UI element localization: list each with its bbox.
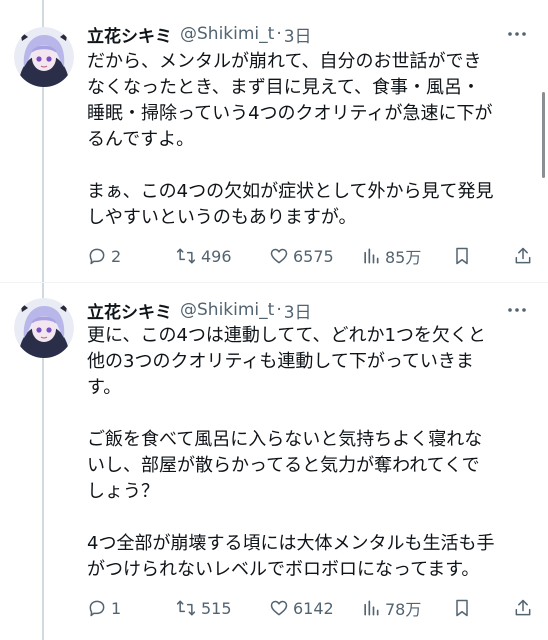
tweet-text-line: るんですよ。 [87, 129, 195, 150]
tweet-text-line [87, 153, 527, 179]
heart-icon [270, 248, 288, 264]
share-icon [515, 599, 531, 616]
tweet-text: だから、メンタルが崩れて、自分のお世話ができ なくなったとき、まず目に見えて、食… [87, 49, 527, 231]
reply-count: 1 [111, 598, 122, 618]
tweet-text-line: 更に、この4つは連動してて、どれか1つを欠くと [87, 325, 486, 346]
tweet-text-line: ご飯を食べて風呂に入らないと気持ちよく寝れな [87, 429, 483, 450]
share-icon [515, 247, 531, 264]
tweet-header: 立花シキミ @Shikimi_t · 3日 [87, 297, 528, 323]
retweet-icon [176, 600, 196, 616]
tweet-text-line: いし、部屋が散らかってると気力が奪われてくで [87, 455, 480, 476]
retweet-button[interactable]: 496 [175, 244, 232, 268]
separator-dot: · [276, 24, 282, 44]
tweet-text-line: しやすいというのもありますが。 [87, 207, 357, 228]
bookmark-button[interactable] [452, 244, 476, 268]
tweet-text-line [87, 505, 527, 531]
display-name[interactable]: 立花シキミ [87, 22, 172, 47]
avatar[interactable] [14, 27, 74, 87]
retweet-button[interactable]: 515 [175, 596, 232, 620]
like-count: 6575 [293, 246, 334, 266]
tweet-text-line: 睡眠・掃除っていう4つのクオリティが急速に下が [87, 103, 493, 124]
timestamp[interactable]: 3日 [284, 22, 312, 47]
retweet-icon [176, 248, 196, 264]
reply-button[interactable]: 1 [87, 596, 121, 620]
share-button[interactable] [513, 596, 537, 620]
display-name[interactable]: 立花シキミ [87, 298, 172, 323]
share-button[interactable] [513, 244, 537, 268]
reply-icon [89, 248, 105, 265]
tweet[interactable]: 立花シキミ @Shikimi_t · 3日 更に、この4つは連動してて、どれか1… [0, 283, 548, 640]
retweet-count: 496 [201, 246, 232, 266]
analytics-icon [364, 248, 379, 264]
reply-count: 2 [111, 246, 122, 266]
like-count: 6142 [293, 598, 334, 618]
bookmark-icon [456, 247, 468, 265]
timestamp[interactable]: 3日 [284, 298, 312, 323]
action-bar: 1 515 6142 78万 [87, 596, 535, 620]
tweet-header: 立花シキミ @Shikimi_t · 3日 [87, 21, 528, 47]
user-handle[interactable]: @Shikimi_t [180, 24, 274, 44]
like-button[interactable]: 6575 [269, 244, 334, 268]
more-options-icon[interactable] [506, 25, 528, 43]
tweet-text-line: 4つ全部が崩壊する頃には大体メンタルも生活も手 [87, 533, 495, 554]
tweet[interactable]: 立花シキミ @Shikimi_t · 3日 だから、メンタルが崩れて、自分のお世… [0, 0, 548, 283]
reply-button[interactable]: 2 [87, 244, 121, 268]
like-button[interactable]: 6142 [269, 596, 334, 620]
tweet-text-line: 他の3つのクオリティも連動して下がっていきま [87, 351, 474, 372]
analytics-icon [364, 600, 379, 616]
more-options-icon[interactable] [506, 301, 528, 319]
action-bar: 2 496 6575 85万 [87, 244, 535, 268]
tweet-text-line: しょう？ [87, 481, 159, 502]
tweet-text-line: がつけられないレベルでボロボロになってます。 [87, 559, 480, 580]
views-button[interactable]: 85万 [361, 244, 421, 268]
bookmark-button[interactable] [452, 596, 476, 620]
reply-icon [89, 600, 105, 617]
avatar[interactable] [14, 298, 74, 358]
tweet-text-line: なくなったとき、まず目に見えて、食事・風呂・ [87, 77, 480, 98]
retweet-count: 515 [201, 598, 232, 618]
tweet-text: 更に、この4つは連動してて、どれか1つを欠くと 他の3つのクオリティも連動して下… [87, 323, 527, 583]
view-count: 78万 [385, 600, 422, 619]
heart-icon [270, 600, 288, 616]
view-count: 85万 [385, 248, 422, 267]
views-button[interactable]: 78万 [361, 596, 421, 620]
bookmark-icon [456, 599, 468, 617]
tweet-text-line: す。 [87, 377, 122, 398]
user-handle[interactable]: @Shikimi_t [180, 300, 274, 320]
separator-dot: · [276, 300, 282, 320]
tweet-text-line [87, 401, 527, 427]
tweet-text-line: まぁ、この4つの欠如が症状として外から見て発見 [87, 181, 494, 202]
tweet-text-line: だから、メンタルが崩れて、自分のお世話ができ [87, 51, 482, 72]
